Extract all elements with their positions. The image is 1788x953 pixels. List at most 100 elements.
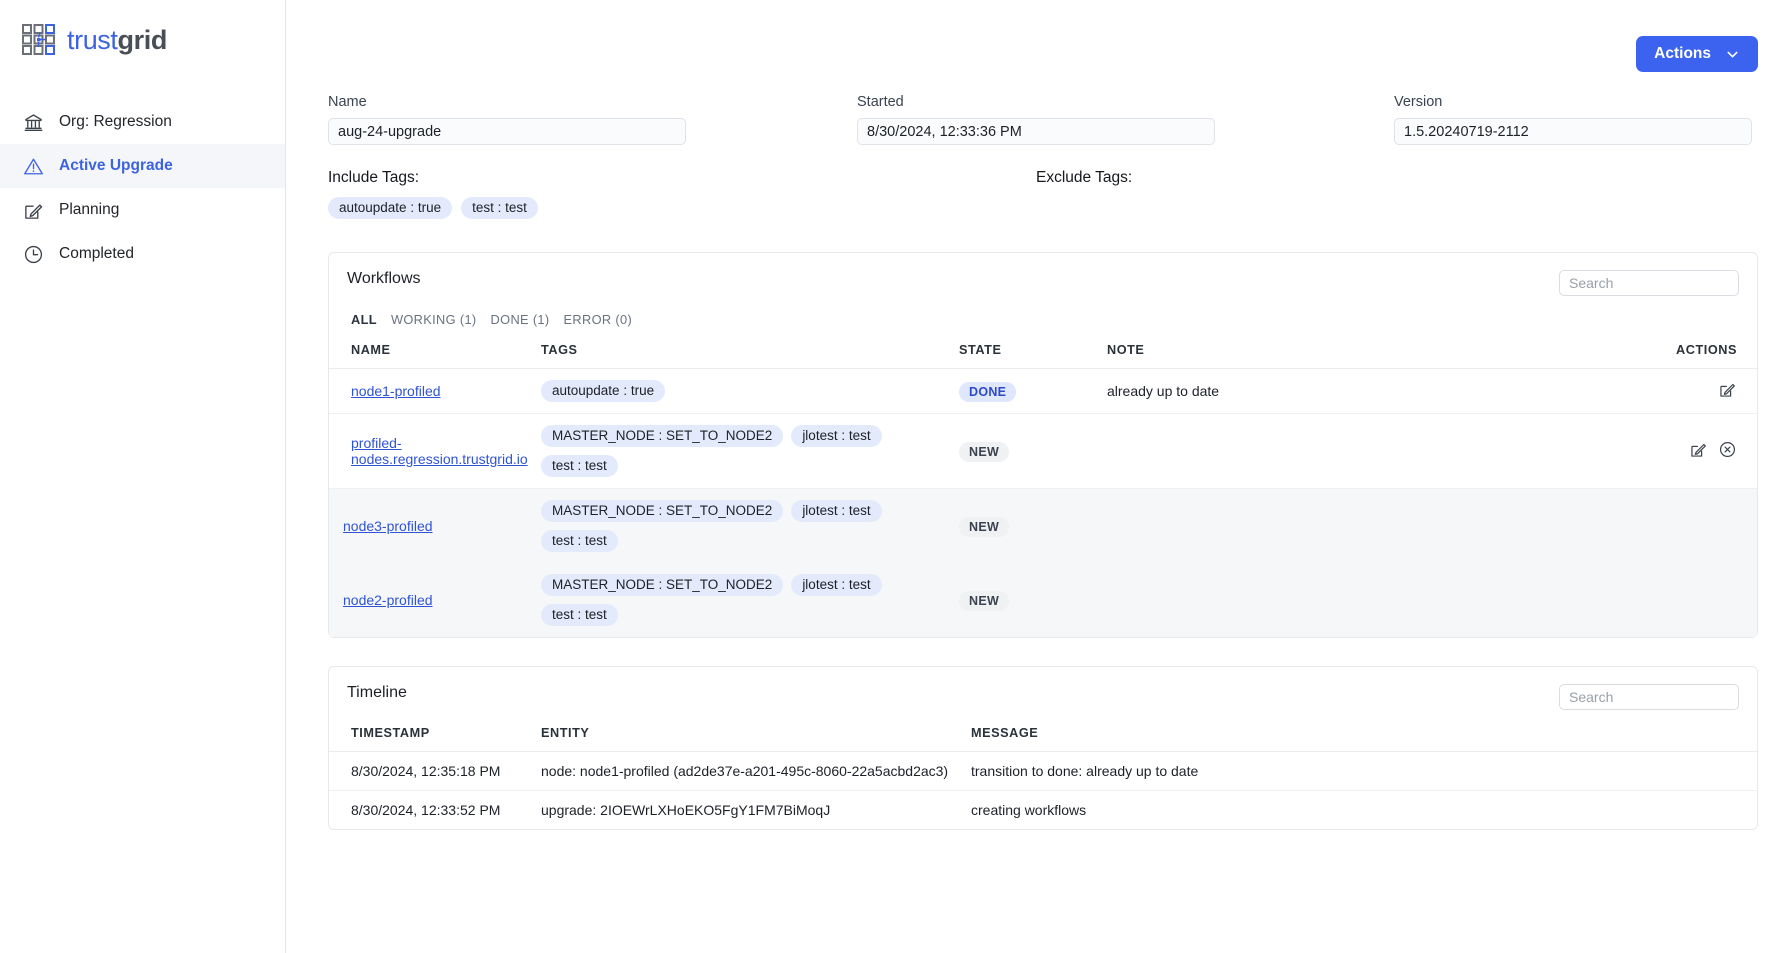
- tag-pill: MASTER_NODE : SET_TO_NODE2: [541, 500, 784, 522]
- workflow-state-cell: NEW: [959, 488, 1107, 563]
- timeline-card-header: Timeline: [329, 667, 1757, 710]
- workflow-note-cell: [1107, 413, 1537, 489]
- sidebar-item-org[interactable]: Org: Regression: [0, 100, 285, 144]
- workflows-filter-error[interactable]: ERROR (0): [564, 312, 633, 327]
- exclude-tags-list: [1036, 197, 1636, 219]
- actions-button[interactable]: Actions: [1636, 36, 1758, 72]
- workflow-name-cell: node3-profiled: [329, 488, 541, 563]
- name-input[interactable]: [328, 118, 686, 145]
- workflows-card: Workflows ALL WORKING (1) DONE (1) ERROR (0…: [328, 252, 1758, 638]
- table-row: node3-profiled MASTER_NODE : SET_TO_NODE2…: [329, 488, 1757, 563]
- workflow-name-cell: node1-profiled: [329, 369, 541, 414]
- sidebar-item-label: Active Upgrade: [59, 157, 173, 174]
- table-row: 8/30/2024, 12:33:52 PM upgrade: 2IOEWrLXH…: [329, 790, 1757, 829]
- workflow-tags-cell: MASTER_NODE : SET_TO_NODE2 jlotest : test…: [541, 488, 959, 563]
- field-started-label: Started: [857, 94, 904, 110]
- exclude-tags-group: Exclude Tags:: [1036, 169, 1636, 219]
- version-input[interactable]: [1394, 118, 1752, 145]
- workflow-name-link[interactable]: profiled-nodes.regression.trustgrid.io: [351, 435, 528, 467]
- status-badge: NEW: [959, 590, 1010, 611]
- include-tags-list: autoupdate : true test : test: [328, 197, 928, 219]
- table-row: profiled-nodes.regression.trustgrid.io MA…: [329, 413, 1757, 489]
- workflow-name-link[interactable]: node2-profiled: [343, 592, 433, 608]
- workflow-tags-cell: MASTER_NODE : SET_TO_NODE2 jlotest : test…: [541, 563, 959, 637]
- workflows-table-body: node1-profiled autoupdate : true DONE alrea…: [329, 369, 1757, 637]
- timeline-card: Timeline TIMESTAMP ENTITY MESSAGE 8/30/2…: [328, 666, 1758, 830]
- brand-logo[interactable]: trustgrid: [0, 16, 285, 56]
- tag-pill: autoupdate : true: [328, 197, 453, 219]
- sidebar-nav: Org: Regression Active Upgrade Planning …: [0, 100, 285, 276]
- workflow-actions-cell: [1537, 369, 1757, 414]
- sidebar-item-label: Org: Regression: [59, 113, 172, 130]
- workflow-tags-cell: autoupdate : true: [541, 369, 959, 414]
- table-row: node2-profiled MASTER_NODE : SET_TO_NODE2…: [329, 563, 1757, 637]
- timeline-title: Timeline: [347, 684, 407, 701]
- status-badge: NEW: [959, 441, 1010, 462]
- field-version: Version: [1394, 94, 1752, 145]
- table-row: 8/30/2024, 12:35:18 PM node: node1-profil…: [329, 752, 1757, 791]
- workflow-name-link[interactable]: node1-profiled: [351, 383, 441, 399]
- timeline-entity-cell: node: node1-profiled (ad2de37e-a201-495c…: [541, 763, 949, 779]
- timeline-table: TIMESTAMP ENTITY MESSAGE 8/30/2024, 12:3…: [329, 710, 1757, 829]
- edit-icon[interactable]: [1689, 440, 1708, 459]
- brand-name-part2: grid: [117, 24, 168, 55]
- column-header-timestamp: TIMESTAMP: [329, 710, 541, 752]
- include-tags-group: Include Tags: autoupdate : true test : te…: [328, 169, 928, 219]
- actions-button-label: Actions: [1654, 45, 1711, 62]
- workflows-card-header: Workflows: [329, 253, 1757, 296]
- edit-icon[interactable]: [1718, 380, 1737, 399]
- timeline-search-input[interactable]: [1559, 684, 1739, 710]
- tag-pill: MASTER_NODE : SET_TO_NODE2: [541, 425, 784, 447]
- status-badge: DONE: [959, 381, 1017, 402]
- sidebar-item-label: Planning: [59, 201, 120, 218]
- workflows-filter-all[interactable]: ALL: [351, 312, 377, 327]
- tag-pill: autoupdate : true: [541, 380, 666, 402]
- workflow-name-cell: profiled-nodes.regression.trustgrid.io: [329, 413, 541, 489]
- tag-pill: jlotest : test: [791, 574, 882, 596]
- timeline-table-header-row: TIMESTAMP ENTITY MESSAGE: [329, 710, 1757, 752]
- workflows-filter-done[interactable]: DONE (1): [491, 312, 550, 327]
- started-input[interactable]: [857, 118, 1215, 145]
- tag-pill: test : test: [461, 197, 538, 219]
- workflow-state-cell: DONE: [959, 369, 1107, 414]
- sidebar-item-active-upgrade[interactable]: Active Upgrade: [0, 144, 285, 188]
- timeline-message-cell: transition to done: already up to date: [971, 763, 1199, 779]
- column-header-message: MESSAGE: [971, 710, 1757, 752]
- bank-icon: [22, 111, 44, 133]
- sidebar-item-completed[interactable]: Completed: [0, 232, 285, 276]
- timeline-entity-cell: upgrade: 2IOEWrLXHoEKO5FgY1FM7BiMoqJ: [541, 790, 971, 829]
- exclude-tags-label: Exclude Tags:: [1036, 169, 1133, 186]
- tag-pill: jlotest : test: [791, 500, 882, 522]
- workflow-name-link[interactable]: node3-profiled: [343, 518, 433, 534]
- chevron-down-icon: [1725, 47, 1740, 62]
- timeline-timestamp-cell: 8/30/2024, 12:35:18 PM: [351, 763, 501, 779]
- column-header-actions: ACTIONS: [1537, 327, 1757, 369]
- timeline-timestamp-cell: 8/30/2024, 12:33:52 PM: [329, 790, 541, 829]
- tag-pill: test : test: [541, 604, 618, 626]
- brand-wordmark: trustgrid: [67, 24, 168, 55]
- upgrade-summary-fields: Name Started Version: [286, 0, 1788, 145]
- workflows-table-header-row: NAME TAGS STATE NOTE ACTIONS: [329, 327, 1757, 369]
- field-version-label: Version: [1394, 94, 1443, 110]
- workflows-filter-working[interactable]: WORKING (1): [391, 312, 477, 327]
- workflow-note-cell: [1107, 563, 1537, 637]
- tag-pill: jlotest : test: [791, 425, 882, 447]
- sidebar-item-planning[interactable]: Planning: [0, 188, 285, 232]
- column-header-tags: TAGS: [541, 327, 959, 369]
- app-root: trustgrid Org: Regression Active Upgrade…: [0, 0, 1788, 953]
- workflows-table: NAME TAGS STATE NOTE ACTIONS node1-profi…: [329, 327, 1757, 637]
- sidebar: trustgrid Org: Regression Active Upgrade…: [0, 0, 286, 953]
- column-header-name: NAME: [329, 327, 541, 369]
- column-header-note: NOTE: [1107, 327, 1537, 369]
- workflows-filter-tabs: ALL WORKING (1) DONE (1) ERROR (0): [329, 296, 1757, 327]
- workflows-search-input[interactable]: [1559, 270, 1739, 296]
- actions-toolbar: Actions: [1636, 36, 1758, 72]
- timeline-message-cell: creating workflows: [971, 790, 1757, 829]
- table-row: node1-profiled autoupdate : true DONE alrea…: [329, 369, 1757, 414]
- clock-icon: [22, 243, 44, 265]
- sidebar-item-label: Completed: [59, 245, 134, 262]
- tag-pill: test : test: [541, 455, 618, 477]
- cancel-circle-icon[interactable]: [1718, 440, 1737, 459]
- pencil-square-icon: [22, 199, 44, 221]
- workflow-state-cell: NEW: [959, 563, 1107, 637]
